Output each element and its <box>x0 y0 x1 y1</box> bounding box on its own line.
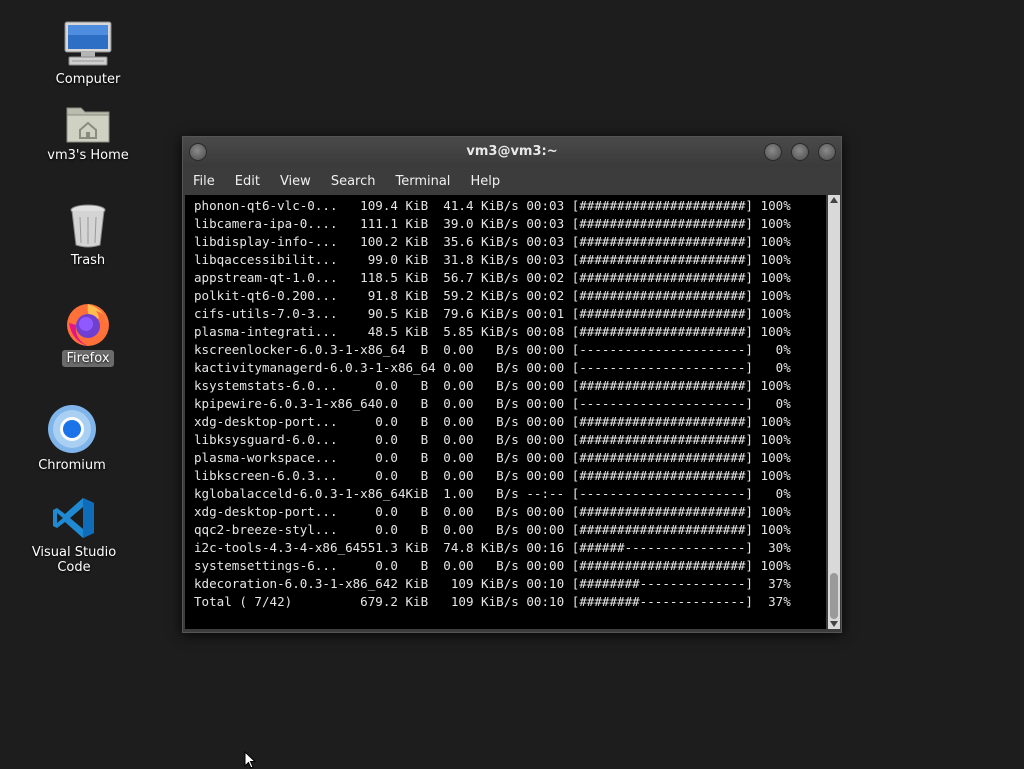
menu-search[interactable]: Search <box>321 167 386 189</box>
chromium-icon <box>48 405 96 453</box>
desktop-icon-chromium[interactable]: Chromium <box>17 404 127 474</box>
desktop-icon-label: Trash <box>70 253 106 268</box>
desktop-icon-label: Chromium <box>38 458 106 473</box>
terminal-line: polkit-qt6-0.200... 91.8 KiB 59.2 KiB/s … <box>194 288 791 303</box>
terminal-line: systemsettings-6... 0.0 B 0.00 B/s 00:00… <box>194 558 791 573</box>
terminal-line: libksysguard-6.0... 0.0 B 0.00 B/s 00:00… <box>194 432 791 447</box>
terminal-scrollbar[interactable] <box>828 195 840 629</box>
menu-edit[interactable]: Edit <box>225 167 270 189</box>
terminal-line: i2c-tools-4.3-4-x86_64551.3 KiB 74.8 KiB… <box>194 540 791 555</box>
trash-icon <box>70 204 106 248</box>
terminal-line: libkscreen-6.0.3... 0.0 B 0.00 B/s 00:00… <box>194 468 791 483</box>
mouse-cursor-icon <box>244 751 257 769</box>
terminal-line: plasma-workspace... 0.0 B 0.00 B/s 00:00… <box>194 450 791 465</box>
terminal-line: ksystemstats-6.0... 0.0 B 0.00 B/s 00:00… <box>194 378 791 393</box>
desktop-icon-label: vm3's Home <box>47 148 129 163</box>
vscode-icon <box>53 498 94 538</box>
menu-file[interactable]: File <box>183 167 225 189</box>
terminal-output[interactable]: phonon-qt6-vlc-0... 109.4 KiB 41.4 KiB/s… <box>185 195 826 629</box>
desktop-icon-vscode[interactable]: Visual Studio Code <box>19 495 129 576</box>
desktop-icon-label: Computer <box>55 72 121 87</box>
terminal-line: cifs-utils-7.0-3... 90.5 KiB 79.6 KiB/s … <box>194 306 791 321</box>
terminal-line: kscreenlocker-6.0.3-1-x86_64 B 0.00 B/s … <box>194 342 791 357</box>
desktop-icon-computer[interactable]: Computer <box>33 20 143 88</box>
terminal-window[interactable]: vm3@vm3:~ File Edit View Search Terminal Help… <box>182 136 842 633</box>
window-titlebar[interactable]: vm3@vm3:~ <box>183 137 841 167</box>
maximize-button[interactable] <box>791 143 809 161</box>
terminal-line: kpipewire-6.0.3-1-x86_640.0 B 0.00 B/s 0… <box>194 396 791 411</box>
menu-bar: File Edit View Search Terminal Help <box>183 167 841 195</box>
menu-help[interactable]: Help <box>460 167 510 189</box>
desktop-icon-label: Visual Studio Code <box>31 545 117 575</box>
terminal-line: kglobalacceld-6.0.3-1-x86_64KiB 1.00 B/s… <box>194 486 791 501</box>
terminal-text: phonon-qt6-vlc-0... 109.4 KiB 41.4 KiB/s… <box>185 195 826 611</box>
terminal-line: libdisplay-info-... 100.2 KiB 35.6 KiB/s… <box>194 234 791 249</box>
close-button[interactable] <box>818 143 836 161</box>
minimize-button[interactable] <box>764 143 782 161</box>
desktop-icon-label: Firefox <box>62 350 114 367</box>
scroll-up-arrow-icon[interactable] <box>830 197 838 203</box>
terminal-line: libcamera-ipa-0.... 111.1 KiB 39.0 KiB/s… <box>194 216 791 231</box>
scroll-thumb[interactable] <box>830 573 838 619</box>
desktop-icon-home[interactable]: vm3's Home <box>33 102 143 164</box>
terminal-line: appstream-qt-1.0... 118.5 KiB 56.7 KiB/s… <box>194 270 791 285</box>
window-title: vm3@vm3:~ <box>466 144 558 159</box>
terminal-line: phonon-qt6-vlc-0... 109.4 KiB 41.4 KiB/s… <box>194 198 791 213</box>
terminal-line: xdg-desktop-port... 0.0 B 0.00 B/s 00:00… <box>194 414 791 429</box>
terminal-line: kdecoration-6.0.3-1-x86_642 KiB 109 KiB/… <box>194 576 791 591</box>
terminal-line: kactivitymanagerd-6.0.3-1-x86_64 0.00 B/… <box>194 360 791 375</box>
terminal-line: plasma-integrati... 48.5 KiB 5.85 KiB/s … <box>194 324 791 339</box>
scroll-down-arrow-icon[interactable] <box>830 621 838 627</box>
terminal-line: Total ( 7/42) 679.2 KiB 109 KiB/s 00:10 … <box>194 594 791 609</box>
terminal-line: libqaccessibilit... 99.0 KiB 31.8 KiB/s … <box>194 252 791 267</box>
home-folder-icon <box>66 107 110 143</box>
terminal-line: qqc2-breeze-styl... 0.0 B 0.00 B/s 00:00… <box>194 522 791 537</box>
desktop-icon-trash[interactable]: Trash <box>33 203 143 269</box>
menu-view[interactable]: View <box>270 167 321 189</box>
desktop-icon-firefox[interactable]: Firefox <box>33 301 143 367</box>
computer-icon <box>64 21 112 66</box>
terminal-line: xdg-desktop-port... 0.0 B 0.00 B/s 00:00… <box>194 504 791 519</box>
firefox-icon <box>67 304 109 346</box>
menu-terminal[interactable]: Terminal <box>385 167 460 189</box>
